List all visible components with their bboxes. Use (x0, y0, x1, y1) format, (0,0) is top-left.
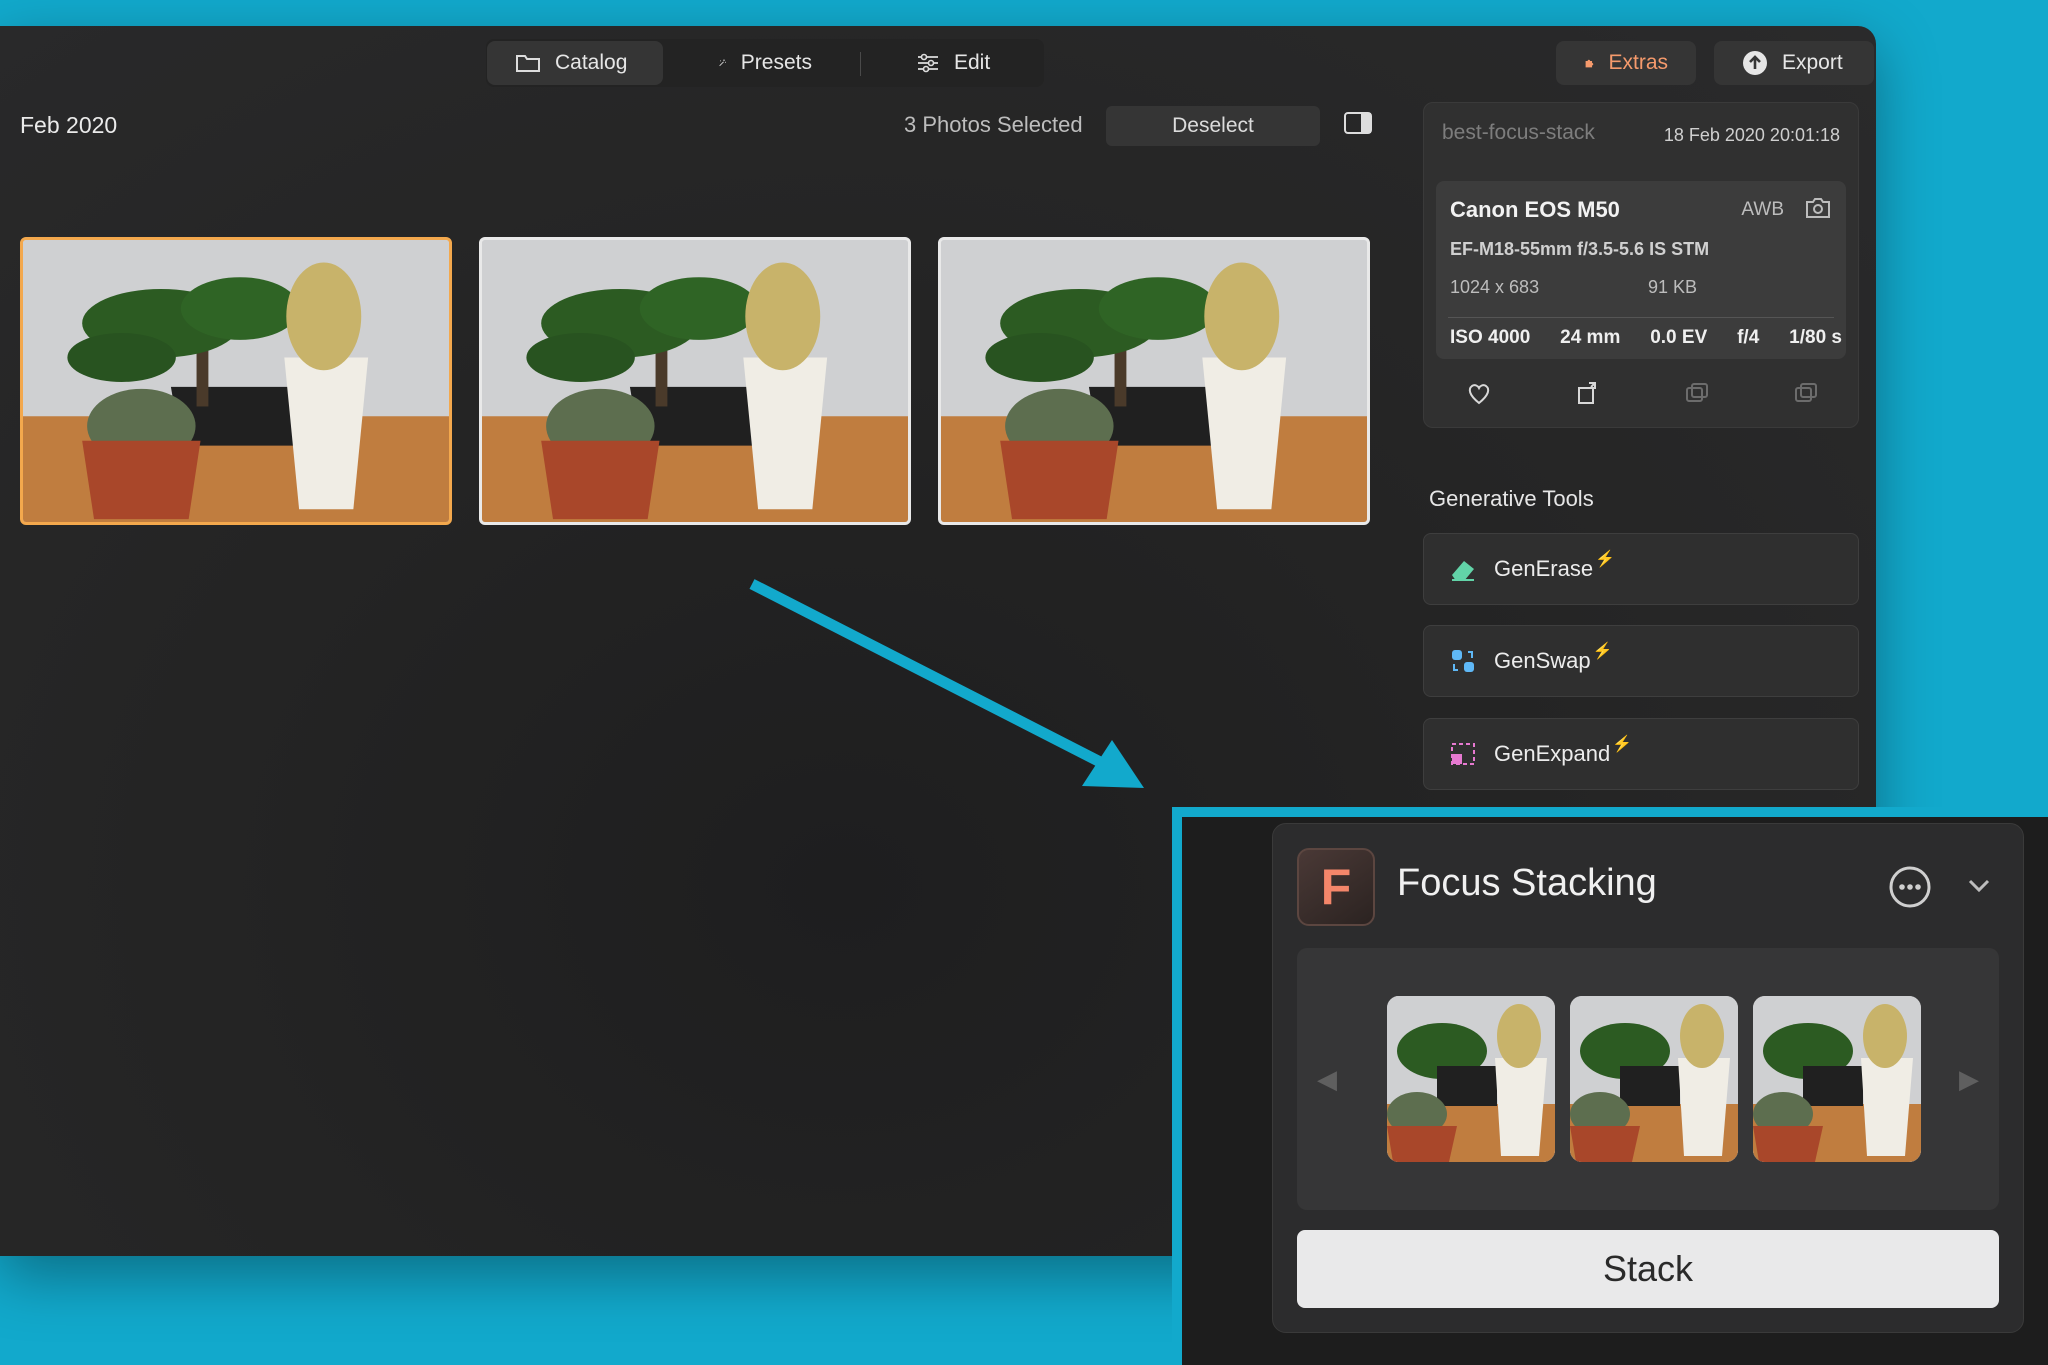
plant-photo (1387, 996, 1555, 1162)
image-strip: ◀ ▶ (1297, 948, 1999, 1210)
stack-button[interactable]: Stack (1297, 1230, 1999, 1308)
previous-arrow-icon[interactable]: ◀ (1317, 1064, 1337, 1095)
plant-photo (1570, 996, 1738, 1162)
stack-thumbnail[interactable] (1387, 996, 1555, 1162)
panel-title: Focus Stacking (1397, 862, 1657, 904)
plant-photo (1753, 996, 1921, 1162)
next-arrow-icon[interactable]: ▶ (1959, 1064, 1979, 1095)
focus-stacking-logo: F (1297, 848, 1375, 926)
stack-thumbnail[interactable] (1570, 996, 1738, 1162)
chevron-down-icon[interactable] (1965, 872, 1993, 898)
focus-stacking-panel: F Focus Stacking ◀ ▶ Stack (1272, 823, 2024, 1333)
stack-thumbnail[interactable] (1753, 996, 1921, 1162)
more-options-icon[interactable] (1889, 866, 1931, 908)
